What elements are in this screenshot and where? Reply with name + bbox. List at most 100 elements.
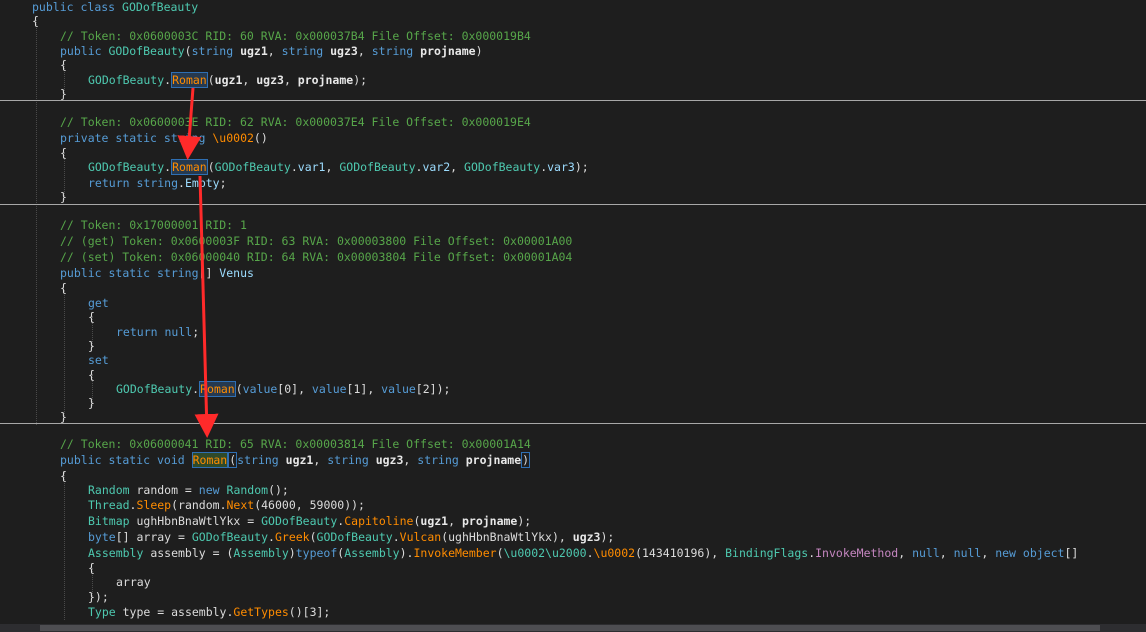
code-token: null [953, 546, 982, 560]
code-token: . [268, 530, 275, 544]
code-line: public class GODofBeauty [32, 0, 198, 15]
code-token: , [242, 73, 257, 87]
code-token: Roman [199, 381, 236, 397]
code-token: ); [600, 530, 615, 544]
code-token: , [981, 546, 996, 560]
code-token: ; [192, 325, 200, 339]
code-token: string [237, 453, 279, 467]
code-token: InvokeMethod [815, 546, 899, 560]
code-token: } [60, 87, 67, 101]
code-line: // Token: 0x17000001 RID: 1 [60, 218, 247, 233]
code-token: static [115, 131, 157, 145]
code-token: string [136, 176, 179, 190]
code-token: Type [88, 605, 116, 619]
code-token: { [60, 281, 67, 295]
code-token: Venus [219, 266, 254, 280]
code-token: string [163, 131, 206, 145]
code-token: , [898, 546, 913, 560]
indent-guide [64, 472, 65, 620]
code-token: new [995, 546, 1016, 560]
code-token: ; [219, 176, 227, 190]
code-line: { [60, 146, 67, 161]
code-token: ); [517, 514, 532, 528]
code-token: return [116, 325, 158, 339]
code-token: ugz3 [375, 453, 404, 467]
code-token: projname [461, 514, 518, 528]
code-token: new [198, 483, 220, 497]
code-token: { [60, 58, 67, 72]
code-token: ( [184, 44, 192, 58]
code-token: GODofBeauty [122, 0, 199, 14]
code-token: ugz1 [285, 453, 314, 467]
code-token: ( [496, 546, 504, 560]
code-token: . [290, 160, 298, 174]
code-token: object [1022, 546, 1065, 560]
code-token: value [381, 382, 416, 396]
code-token: null [912, 546, 940, 560]
code-token: set [88, 353, 109, 367]
code-line: }); [88, 590, 109, 605]
code-token: (random. [171, 498, 227, 512]
code-token: { [60, 469, 67, 483]
horizontal-scrollbar[interactable] [0, 624, 1146, 632]
code-token: Assembly [344, 546, 400, 560]
code-token: Bitmap [88, 514, 130, 528]
code-line: Random random = new Random(); [88, 483, 289, 498]
code-line: } [60, 190, 67, 205]
code-line: { [88, 368, 95, 383]
code-token: , [939, 546, 954, 560]
code-line: { [32, 14, 39, 29]
code-token: , [450, 160, 465, 174]
code-token: ( [207, 73, 215, 87]
code-token: value [242, 382, 278, 396]
code-line: Thread.Sleep(random.Next(46000, 59000)); [88, 498, 365, 513]
code-token: GODofBeauty [316, 530, 393, 544]
code-token: var3 [547, 160, 575, 174]
code-line: // (get) Token: 0x0600003F RID: 63 RVA: … [60, 234, 572, 249]
code-token: } [60, 410, 67, 424]
code-token: get [88, 296, 109, 310]
code-line: } [88, 339, 95, 354]
scrollbar-thumb[interactable] [40, 625, 1100, 631]
code-token: ughHbnBnaWtlYkx = [129, 514, 262, 528]
code-token: GODofBeauty [88, 73, 165, 87]
code-token: GODofBeauty [214, 160, 291, 174]
code-token: // Token: 0x0600003C RID: 60 RVA: 0x0000… [60, 29, 531, 43]
code-token: . [178, 176, 185, 190]
code-token: , [313, 453, 328, 467]
code-token: Sleep [136, 498, 172, 512]
code-token: typeof [295, 546, 338, 560]
code-token: string [281, 44, 324, 58]
code-line: GODofBeauty.Roman(ugz1, ugz3, projname); [88, 72, 367, 88]
code-token: Roman [191, 452, 229, 468]
code-token: projname [297, 73, 354, 87]
code-token: // Token: 0x0600003E RID: 62 RVA: 0x0000… [60, 115, 531, 129]
code-token: static [108, 266, 151, 280]
code-token: ugz3 [330, 44, 358, 58]
code-token: , [357, 44, 372, 58]
code-token: Roman [171, 72, 208, 88]
code-line: get [88, 296, 109, 311]
code-token: string [156, 266, 199, 280]
code-token: // Token: 0x17000001 RID: 1 [60, 218, 247, 232]
code-token: null [164, 325, 193, 339]
code-token: ( [228, 452, 238, 468]
section-separator [0, 100, 1146, 101]
code-line: set [88, 353, 109, 368]
code-token: { [88, 368, 95, 382]
code-token: GODofBeauty [261, 514, 338, 528]
code-line: Assembly assembly = (Assembly)typeof(Ass… [88, 546, 1078, 561]
code-token: Random [88, 483, 130, 497]
code-editor[interactable]: public class GODofBeauty{// Token: 0x060… [0, 0, 1146, 632]
code-token: void [156, 453, 185, 467]
code-token: Assembly [233, 546, 289, 560]
code-token: { [88, 561, 95, 575]
code-token: ) [521, 452, 531, 468]
code-token: type = assembly. [115, 605, 234, 619]
